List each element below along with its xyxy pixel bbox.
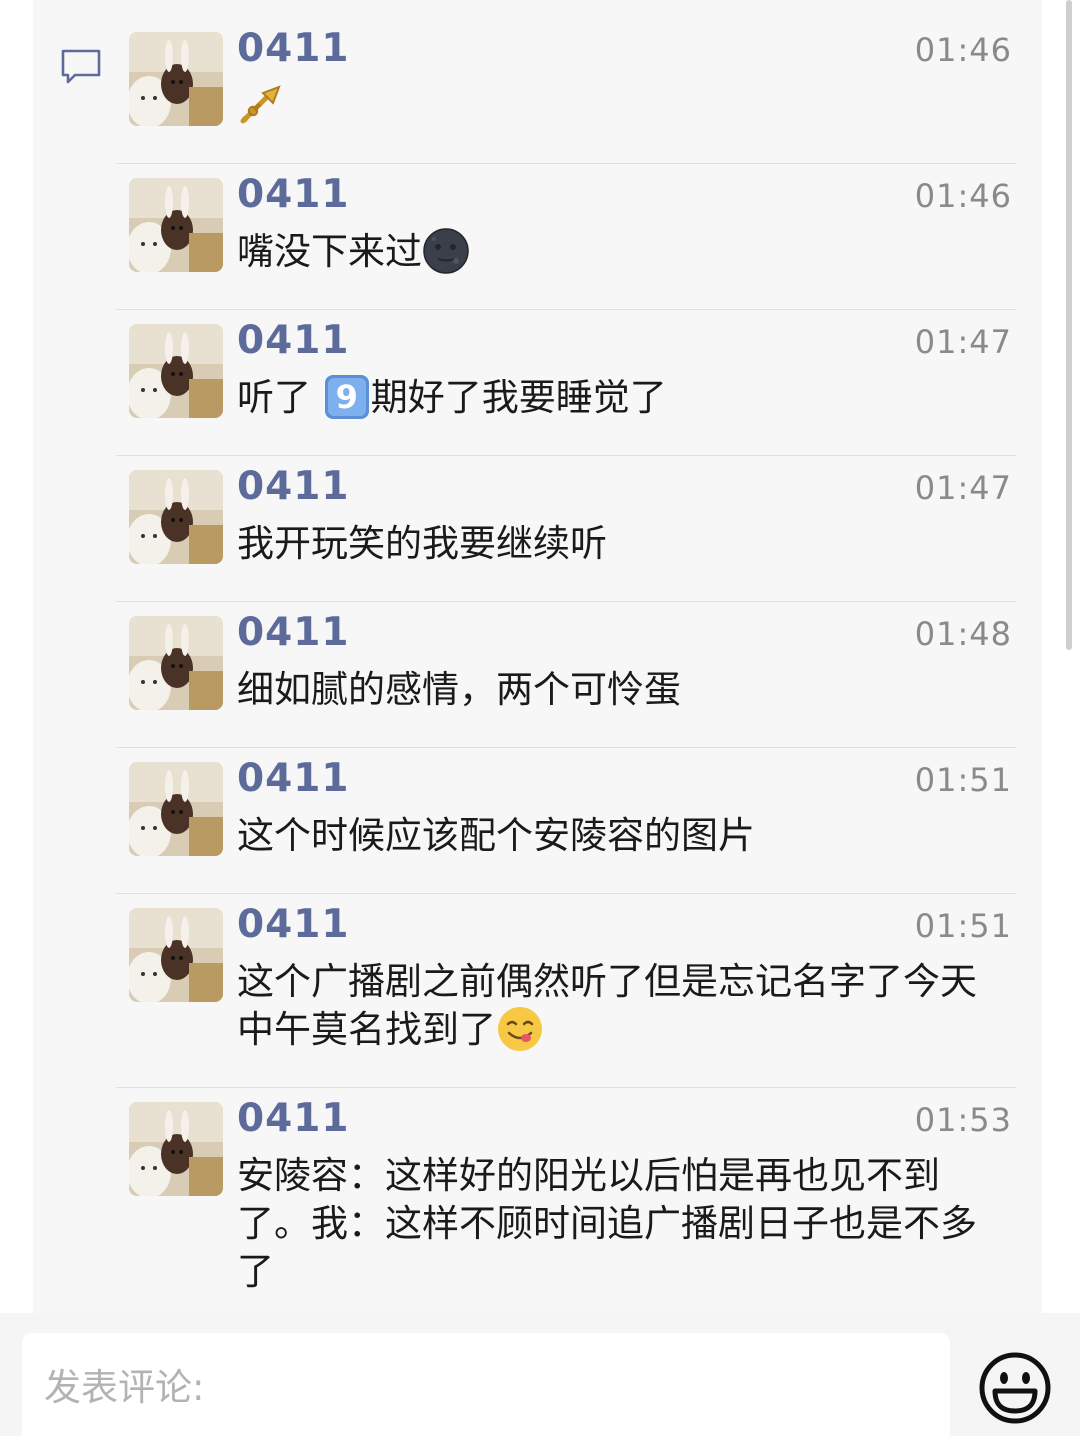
comment-author[interactable]: 0411 [237, 172, 350, 217]
comment-text-after: 期好了我要睡觉了 [370, 376, 667, 419]
comment-author[interactable]: 0411 [237, 26, 350, 71]
comment-item[interactable]: 0411 01:48 细如腻的感情，两个可怜蛋 [116, 602, 1016, 748]
comment-input-box[interactable] [22, 1333, 950, 1436]
comment-time: 01:53 [914, 1101, 1012, 1139]
keycap-nine-icon: 9 [323, 373, 371, 421]
avatar[interactable] [129, 324, 223, 418]
comment-text: 安陵容：这样好的阳光以后怕是再也见不到了。我：这样不顾时间追广播剧日子也是不多了 [237, 1154, 977, 1293]
comment-time: 01:47 [914, 469, 1012, 507]
avatar[interactable] [129, 178, 223, 272]
comment-time: 01:48 [914, 615, 1012, 653]
comment-text: 听了 9 期好了我要睡觉了 [237, 372, 1012, 434]
comment-input[interactable] [42, 1351, 926, 1423]
smiley-icon[interactable] [978, 1351, 1052, 1425]
trumpet-icon [237, 81, 285, 129]
comment-item[interactable]: 0411 01:47 我开玩笑的我要继续听 [116, 456, 1016, 602]
comment-author[interactable]: 0411 [237, 464, 350, 509]
comment-author[interactable]: 0411 [237, 318, 350, 363]
new-moon-face-icon [422, 227, 470, 275]
comment-author[interactable]: 0411 [237, 902, 350, 947]
avatar[interactable] [129, 1102, 223, 1196]
comment-input-bar [0, 1313, 1080, 1436]
comment-list: 0411 01:46 0411 01:46 嘴没下来过 0411 01:47 听… [116, 18, 1016, 1318]
comment-item[interactable]: 0411 01:46 嘴没下来过 [116, 164, 1016, 310]
comment-item[interactable]: 0411 01:46 [116, 18, 1016, 164]
comment-bubble-icon [60, 48, 102, 86]
avatar[interactable] [129, 616, 223, 710]
comment-time: 01:51 [914, 761, 1012, 799]
comment-item[interactable]: 0411 01:53 安陵容：这样好的阳光以后怕是再也见不到了。我：这样不顾时间… [116, 1088, 1016, 1318]
comment-text: 这个广播剧之前偶然听了但是忘记名字了今天中午莫名找到了 [237, 956, 1012, 1054]
comment-item[interactable]: 0411 01:51 这个广播剧之前偶然听了但是忘记名字了今天中午莫名找到了 [116, 894, 1016, 1088]
comment-text: 细如腻的感情，两个可怜蛋 [237, 668, 681, 711]
yum-face-icon [496, 1005, 544, 1053]
comment-time: 01:51 [914, 907, 1012, 945]
comment-text-before: 听了 [237, 376, 311, 419]
comment-text: 嘴没下来过 [237, 226, 1012, 288]
comment-text-content: 这个广播剧之前偶然听了但是忘记名字了今天中午莫名找到了 [237, 960, 977, 1051]
comment-time: 01:46 [914, 31, 1012, 69]
comment-time: 01:47 [914, 323, 1012, 361]
scrollbar[interactable] [1066, 0, 1072, 650]
avatar[interactable] [129, 32, 223, 126]
comment-author[interactable]: 0411 [237, 610, 350, 655]
comment-text [237, 80, 1012, 142]
keycap-label: 9 [335, 377, 358, 416]
avatar[interactable] [129, 908, 223, 1002]
comment-item[interactable]: 0411 01:47 听了 9 期好了我要睡觉了 [116, 310, 1016, 456]
comment-page: 0411 01:46 0411 01:46 嘴没下来过 0411 01:47 听… [0, 0, 1080, 1436]
comment-author[interactable]: 0411 [237, 1096, 350, 1141]
comment-text: 我开玩笑的我要继续听 [237, 522, 607, 565]
comment-author[interactable]: 0411 [237, 756, 350, 801]
avatar[interactable] [129, 470, 223, 564]
comment-item[interactable]: 0411 01:51 这个时候应该配个安陵容的图片 [116, 748, 1016, 894]
comment-time: 01:46 [914, 177, 1012, 215]
avatar[interactable] [129, 762, 223, 856]
comment-text-content: 嘴没下来过 [237, 230, 422, 273]
comment-text: 这个时候应该配个安陵容的图片 [237, 814, 755, 857]
